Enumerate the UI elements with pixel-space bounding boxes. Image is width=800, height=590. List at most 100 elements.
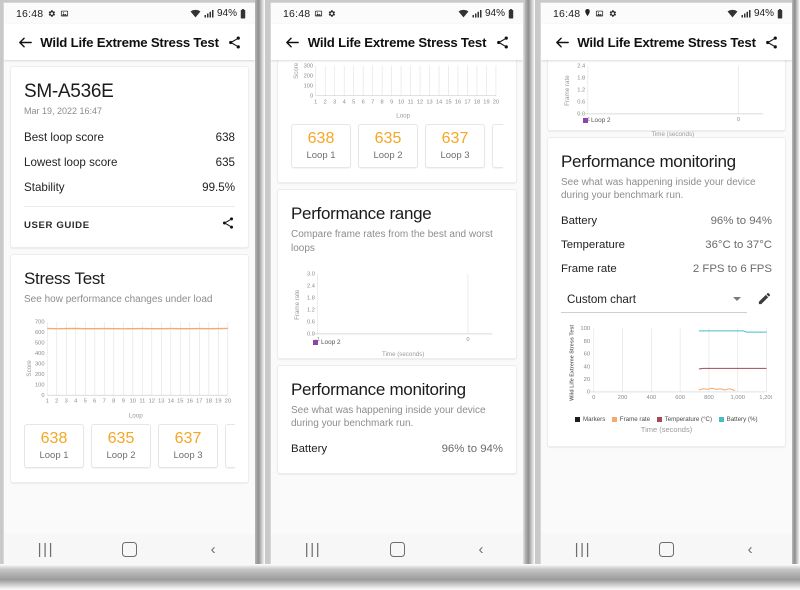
status-bar-right: 94% bbox=[458, 8, 514, 19]
three-phone-screenshot-composite: 16:48 94% bbox=[0, 0, 800, 590]
svg-text:2: 2 bbox=[324, 100, 327, 106]
custom-chart-select[interactable]: Custom chart bbox=[561, 289, 747, 313]
legend-label: Temperature (°C) bbox=[665, 416, 713, 423]
y-axis-label: Frame rate bbox=[294, 289, 301, 320]
loop-card[interactable]: 638 Loop 1 bbox=[291, 124, 351, 168]
recents-button[interactable]: ||| bbox=[294, 537, 332, 561]
svg-text:4: 4 bbox=[343, 100, 346, 106]
app-bar-3: Wild Life Extreme Stress Test bbox=[541, 24, 792, 60]
battery-icon bbox=[508, 9, 514, 19]
image-icon bbox=[314, 9, 323, 18]
x-axis-label: Loop bbox=[129, 412, 143, 419]
back-icon: ‹ bbox=[211, 541, 216, 558]
loop-card[interactable]: 635 Loop 2 bbox=[91, 424, 151, 468]
panel-bottom-shadow bbox=[535, 564, 800, 590]
summary-row: Best loop score 638 bbox=[24, 125, 235, 150]
svg-text:12: 12 bbox=[149, 398, 155, 404]
stress-test-chart-scrolled-svg: 0100200300 12345678910111213141516171819… bbox=[291, 62, 503, 120]
back-arrow-icon[interactable] bbox=[281, 31, 303, 53]
share-icon[interactable] bbox=[760, 31, 782, 53]
pin-icon bbox=[584, 9, 591, 18]
loop-score: 638 bbox=[296, 131, 346, 148]
row-value: 99.5% bbox=[202, 181, 235, 194]
back-arrow-icon[interactable] bbox=[14, 31, 36, 53]
phone-panel-3: 16:48 bbox=[535, 0, 800, 590]
status-bar-left: 16:48 bbox=[283, 8, 336, 20]
loop-score: 638 bbox=[230, 431, 235, 448]
chart-legend: Loop 2 bbox=[291, 339, 503, 346]
chevron-down-icon bbox=[733, 297, 741, 301]
gear-icon bbox=[47, 9, 56, 18]
home-icon bbox=[390, 542, 405, 557]
svg-text:13: 13 bbox=[426, 100, 432, 106]
status-bar-left: 16:48 bbox=[16, 8, 69, 20]
screen-1: 16:48 94% bbox=[4, 3, 255, 564]
row-value: 96% to 94% bbox=[442, 443, 503, 455]
nav-bar-3: ||| ‹ bbox=[541, 534, 792, 564]
scroll-content-3[interactable]: 0.00.61.21.82.4 -10 Frame rate Time (sec… bbox=[541, 60, 792, 564]
monitoring-row: Temperature 36°C to 37°C bbox=[561, 233, 772, 257]
svg-text:3: 3 bbox=[333, 100, 336, 106]
back-icon: ‹ bbox=[748, 541, 753, 558]
recents-button[interactable]: ||| bbox=[27, 537, 65, 561]
battery-icon bbox=[240, 9, 246, 19]
scroll-content-1[interactable]: SM-A536E Mar 19, 2022 16:47 Best loop sc… bbox=[4, 60, 255, 564]
monitoring-row: Battery 96% to 94% bbox=[291, 437, 503, 461]
home-button[interactable] bbox=[378, 537, 416, 561]
svg-text:700: 700 bbox=[35, 319, 45, 325]
loop-card[interactable]: 637 Loop 3 bbox=[158, 424, 218, 468]
loop-score-list[interactable]: 638 Loop 1 635 Loop 2 637 Loop 3 bbox=[291, 120, 503, 170]
battery-percent: 94% bbox=[485, 8, 505, 19]
svg-text:11: 11 bbox=[408, 100, 414, 106]
loop-card[interactable]: 638 Loop 4 bbox=[492, 124, 503, 168]
share-icon[interactable] bbox=[491, 31, 513, 53]
loop-score: 637 bbox=[163, 431, 213, 448]
stress-test-subtitle: See how performance changes under load bbox=[24, 293, 235, 307]
loop-score: 638 bbox=[29, 431, 79, 448]
recents-icon: ||| bbox=[305, 541, 322, 558]
share-icon[interactable] bbox=[221, 216, 235, 235]
scroll-content-2[interactable]: 0100200300 12345678910111213141516171819… bbox=[271, 60, 523, 564]
legend-swatch-frame-rate bbox=[612, 417, 617, 422]
svg-text:300: 300 bbox=[304, 63, 313, 69]
row-label: Best loop score bbox=[24, 131, 104, 144]
svg-text:20: 20 bbox=[225, 398, 231, 404]
performance-range-card: Performance range Compare frame rates fr… bbox=[277, 189, 517, 359]
status-time: 16:48 bbox=[553, 8, 580, 20]
loop-card[interactable]: 637 Loop 3 bbox=[425, 124, 485, 168]
back-button[interactable]: ‹ bbox=[462, 537, 500, 561]
back-button[interactable]: ‹ bbox=[194, 537, 232, 561]
battery-percent: 94% bbox=[754, 8, 774, 19]
svg-text:12: 12 bbox=[417, 100, 423, 106]
legend-swatch-battery bbox=[719, 417, 724, 422]
home-button[interactable] bbox=[110, 537, 148, 561]
row-label: Stability bbox=[24, 181, 65, 194]
row-value: 638 bbox=[216, 131, 235, 144]
loop-card[interactable]: 635 Loop 2 bbox=[358, 124, 418, 168]
loop-score: 635 bbox=[96, 431, 146, 448]
svg-text:0: 0 bbox=[310, 93, 313, 99]
share-icon[interactable] bbox=[223, 31, 245, 53]
stress-test-card: Stress Test See how performance changes … bbox=[10, 254, 249, 483]
loop-card[interactable]: 638 Loop 4 bbox=[225, 424, 235, 468]
svg-text:1.2: 1.2 bbox=[577, 87, 585, 93]
loop-card[interactable]: 638 Loop 1 bbox=[24, 424, 84, 468]
svg-text:8: 8 bbox=[381, 100, 384, 106]
loop-score-list[interactable]: 638 Loop 1 635 Loop 2 637 Loop 3 bbox=[24, 420, 235, 470]
legend-item: Battery (%) bbox=[719, 416, 757, 423]
signal-icon bbox=[204, 9, 214, 18]
svg-text:100: 100 bbox=[580, 326, 590, 332]
svg-text:1,000: 1,000 bbox=[730, 395, 745, 401]
user-guide-row[interactable]: USER GUIDE bbox=[24, 207, 235, 235]
home-button[interactable] bbox=[647, 537, 685, 561]
svg-text:1: 1 bbox=[46, 398, 49, 404]
recents-button[interactable]: ||| bbox=[564, 537, 602, 561]
svg-text:17: 17 bbox=[464, 100, 470, 106]
screen-3: 16:48 bbox=[541, 3, 792, 564]
back-arrow-icon[interactable] bbox=[551, 31, 573, 53]
pencil-icon[interactable] bbox=[757, 291, 772, 311]
status-bar-2: 16:48 94% bbox=[271, 3, 523, 24]
row-value: 96% to 94% bbox=[711, 215, 772, 227]
panel-edge-shadow bbox=[792, 0, 800, 590]
back-button[interactable]: ‹ bbox=[731, 537, 769, 561]
